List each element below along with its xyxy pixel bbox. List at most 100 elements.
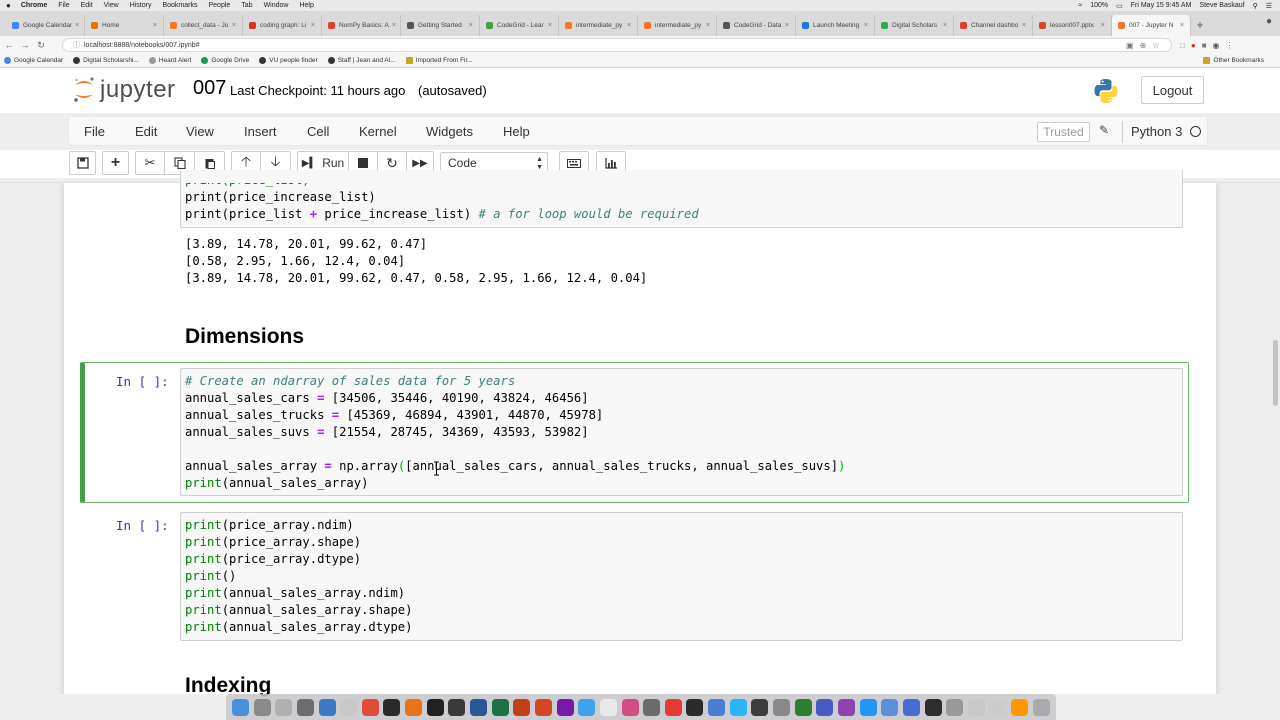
dock-app-icon[interactable] bbox=[773, 698, 791, 716]
forward-icon[interactable]: → bbox=[18, 40, 32, 50]
dock-app-icon[interactable] bbox=[621, 698, 639, 716]
dock-app-icon[interactable] bbox=[708, 698, 726, 716]
notebook-name[interactable]: 007 bbox=[193, 77, 226, 100]
jupyter-logo-text[interactable]: jupyter bbox=[100, 76, 176, 104]
cut-button[interactable]: ✂ bbox=[135, 151, 165, 175]
dock-app-icon[interactable] bbox=[383, 698, 401, 716]
mac-menu-history[interactable]: History bbox=[130, 2, 152, 9]
close-tab-icon[interactable]: × bbox=[545, 22, 552, 29]
clock[interactable]: Fri May 15 9:45 AM bbox=[1131, 2, 1192, 9]
dock-app-icon[interactable] bbox=[513, 698, 531, 716]
bookmark-other[interactable]: Other Bookmarks bbox=[1203, 57, 1264, 64]
dock-app-icon[interactable] bbox=[902, 698, 920, 716]
bookmark-star-icon[interactable]: ☆ bbox=[1152, 41, 1159, 50]
dock-app-icon[interactable] bbox=[253, 698, 271, 716]
dock-app-icon[interactable] bbox=[578, 698, 596, 716]
dock-app-icon[interactable] bbox=[881, 698, 899, 716]
mac-menu-file[interactable]: File bbox=[58, 2, 69, 9]
dock-app-icon[interactable] bbox=[729, 698, 747, 716]
dock-app-icon[interactable] bbox=[686, 698, 704, 716]
dock-app-icon[interactable] bbox=[340, 698, 358, 716]
close-tab-icon[interactable]: × bbox=[940, 22, 947, 29]
dock-app-icon[interactable] bbox=[643, 698, 661, 716]
browser-tab[interactable]: Digital Scholars × bbox=[875, 15, 954, 36]
new-tab-button[interactable]: + bbox=[1191, 15, 1209, 36]
bookmark-heard-alert[interactable]: Heard Alert bbox=[148, 57, 191, 64]
battery-icon[interactable]: ▭ bbox=[1116, 2, 1123, 10]
bookmark-google-calendar[interactable]: Google Calendar bbox=[4, 57, 63, 64]
close-tab-icon[interactable]: × bbox=[229, 22, 236, 29]
apple-icon[interactable]: ● bbox=[6, 1, 11, 10]
profile-icon[interactable]: ● bbox=[1266, 16, 1272, 27]
back-icon[interactable]: ← bbox=[2, 40, 16, 50]
dock-app-icon[interactable] bbox=[967, 698, 985, 716]
mac-menu-chrome[interactable]: Chrome bbox=[21, 2, 47, 9]
dock-app-icon[interactable] bbox=[1011, 698, 1029, 716]
bookmark-digital-scholarship[interactable]: Digital Scholarshi... bbox=[73, 57, 139, 64]
close-tab-icon[interactable]: × bbox=[1098, 22, 1105, 29]
browser-tab[interactable]: lesson007.pptx × bbox=[1033, 15, 1112, 36]
dock-app-icon[interactable] bbox=[751, 698, 769, 716]
pencil-icon[interactable]: ✎ bbox=[1099, 123, 1109, 137]
close-tab-icon[interactable]: × bbox=[624, 22, 631, 29]
wifi-icon[interactable]: ≈ bbox=[1078, 2, 1082, 9]
dock-app-icon[interactable] bbox=[361, 698, 379, 716]
dock-app-icon[interactable] bbox=[1032, 698, 1050, 716]
menu-file[interactable]: File bbox=[84, 124, 105, 139]
bookmark-staff[interactable]: Staff | Jean and Al... bbox=[327, 57, 396, 64]
close-tab-icon[interactable]: × bbox=[466, 22, 473, 29]
browser-tab[interactable]: CodeGrid - Lear × bbox=[480, 15, 559, 36]
close-tab-icon[interactable]: × bbox=[1177, 22, 1184, 29]
logout-button[interactable]: Logout bbox=[1141, 76, 1204, 104]
dock-app-icon[interactable] bbox=[232, 698, 249, 716]
notebook-scrollbar[interactable] bbox=[1273, 340, 1278, 406]
dock-app-icon[interactable] bbox=[405, 698, 423, 716]
dock-app-icon[interactable] bbox=[556, 698, 574, 716]
dock-app-icon[interactable] bbox=[664, 698, 682, 716]
mac-menu-edit[interactable]: Edit bbox=[81, 2, 93, 9]
mac-menu-tab[interactable]: Tab bbox=[241, 2, 252, 9]
menu-kernel[interactable]: Kernel bbox=[359, 124, 397, 139]
info-icon[interactable]: ⓘ bbox=[73, 40, 80, 50]
extension-icon-4[interactable]: ◉ bbox=[1213, 41, 1220, 50]
dock-app-icon[interactable] bbox=[296, 698, 314, 716]
dock-app-icon[interactable] bbox=[448, 698, 466, 716]
dock-app-icon[interactable] bbox=[426, 698, 444, 716]
close-tab-icon[interactable]: × bbox=[72, 22, 79, 29]
dock-app-icon[interactable] bbox=[599, 698, 617, 716]
dock-app-icon[interactable] bbox=[924, 698, 942, 716]
browser-tab[interactable]: collect_data - Ju × bbox=[164, 15, 243, 36]
close-tab-icon[interactable]: × bbox=[1019, 22, 1026, 29]
dock-app-icon[interactable] bbox=[816, 698, 834, 716]
browser-tab[interactable]: intermediate_py × bbox=[638, 15, 717, 36]
menu-view[interactable]: View bbox=[186, 124, 214, 139]
dock-app-icon[interactable] bbox=[859, 698, 877, 716]
kernel-name[interactable]: Python 3 bbox=[1131, 124, 1182, 139]
browser-tab[interactable]: Getting Started × bbox=[401, 15, 480, 36]
dock-app-icon[interactable] bbox=[534, 698, 552, 716]
close-tab-icon[interactable]: × bbox=[389, 22, 396, 29]
insert-cell-button[interactable]: + bbox=[102, 151, 129, 175]
menu-list-icon[interactable]: ☰ bbox=[1266, 2, 1272, 10]
close-tab-icon[interactable]: × bbox=[308, 22, 315, 29]
browser-tab[interactable]: NumPy Basics: A × bbox=[322, 15, 401, 36]
close-tab-icon[interactable]: × bbox=[703, 22, 710, 29]
browser-tab[interactable]: CodeGrid - Data × bbox=[717, 15, 796, 36]
extension-icon-1[interactable]: □ bbox=[1180, 41, 1185, 50]
mac-menu-people[interactable]: People bbox=[208, 2, 230, 9]
reload-icon[interactable]: ↻ bbox=[34, 40, 48, 51]
save-button[interactable] bbox=[69, 151, 96, 175]
browser-tab[interactable]: intermediate_py × bbox=[559, 15, 638, 36]
browser-tab[interactable]: Launch Meeting × bbox=[796, 15, 875, 36]
bookmark-vu-people-finder[interactable]: VU people finder bbox=[259, 57, 318, 64]
bookmark-imported[interactable]: Imported From Fir... bbox=[405, 57, 473, 64]
mac-menu-bookmarks[interactable]: Bookmarks bbox=[162, 2, 197, 9]
zoom-icon[interactable]: ⊕ bbox=[1140, 41, 1147, 50]
mac-menu-window[interactable]: Window bbox=[264, 2, 289, 9]
menu-help[interactable]: Help bbox=[503, 124, 530, 139]
close-tab-icon[interactable]: × bbox=[861, 22, 868, 29]
extension-icon-3[interactable]: ■ bbox=[1202, 41, 1207, 50]
browser-tab[interactable]: Channel dashbo × bbox=[954, 15, 1033, 36]
markdown-heading-dimensions[interactable]: Dimensions bbox=[185, 325, 304, 349]
dock-app-icon[interactable] bbox=[491, 698, 509, 716]
